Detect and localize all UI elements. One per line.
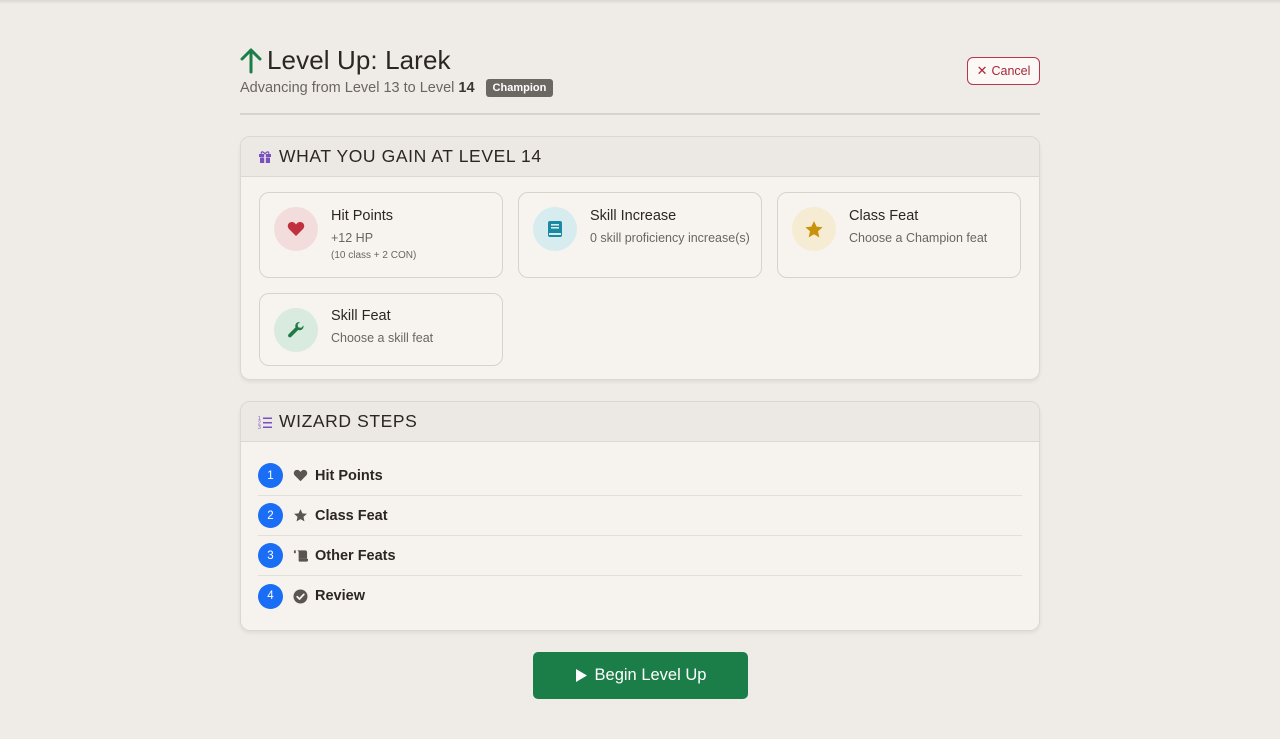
steps-heading: WIZARD STEPS (279, 411, 418, 431)
arrow-up-icon (240, 48, 262, 73)
book-icon-circle (533, 207, 577, 251)
gains-card-header: WHAT YOU GAIN AT LEVEL 14 (241, 137, 1039, 177)
wizard-step-1: 1 Hit Points (258, 456, 1022, 496)
close-icon: ✕ (976, 63, 988, 78)
gain-skill-feat: Skill Feat Choose a skill feat (259, 293, 503, 366)
step-number: 1 (258, 463, 283, 488)
target-level: 14 (458, 80, 475, 96)
list-ol-icon: 1 2 3 (258, 416, 272, 429)
gain-title: Hit Points (331, 208, 394, 224)
wrench-icon (288, 321, 304, 338)
gains-card: WHAT YOU GAIN AT LEVEL 14 Hit Points +12… (240, 136, 1040, 380)
gain-title: Skill Increase (590, 208, 677, 224)
title-row: Level Up: Larek (240, 45, 451, 76)
class-badge: Champion (485, 79, 554, 97)
heart-icon (293, 468, 308, 483)
steps-card-header: 1 2 3 WIZARD STEPS (241, 402, 1039, 442)
scroll-icon (293, 548, 308, 563)
heart-icon (287, 222, 305, 236)
gift-icon (259, 150, 271, 163)
subtitle-text: Advancing from Level 13 to Level (240, 80, 455, 96)
step-label: Hit Points (315, 467, 383, 484)
step-number: 2 (258, 503, 283, 528)
step-number: 3 (258, 543, 283, 568)
wizard-steps-card: 1 2 3 WIZARD STEPS 1 Hit Points 2 Class … (240, 401, 1040, 631)
gain-desc: 0 skill proficiency increase(s) (590, 231, 750, 245)
gain-desc: +12 HP (331, 231, 374, 245)
gain-sub: (10 class + 2 CON) (331, 250, 417, 261)
begin-label: Begin Level Up (594, 666, 707, 684)
step-number: 4 (258, 583, 283, 609)
step-label: Other Feats (315, 547, 396, 564)
gains-heading: WHAT YOU GAIN AT LEVEL 14 (279, 146, 542, 166)
gain-desc: Choose a Champion feat (849, 231, 988, 245)
wrench-icon-circle (274, 308, 318, 352)
wizard-step-2: 2 Class Feat (258, 496, 1022, 536)
page-subtitle: Advancing from Level 13 to Level 14 Cham… (240, 79, 554, 97)
page-header: Level Up: Larek Advancing from Level 13 … (240, 0, 1040, 115)
play-icon (575, 669, 587, 682)
star-icon (805, 220, 823, 237)
level-up-page: Level Up: Larek Advancing from Level 13 … (240, 0, 1040, 699)
check-circle-icon (293, 589, 308, 604)
book-icon (548, 221, 562, 237)
wizard-step-4: 4 Review (258, 576, 1022, 616)
gain-skill-increase: Skill Increase 0 skill proficiency incre… (518, 192, 762, 278)
step-label: Class Feat (315, 507, 388, 524)
gain-title: Skill Feat (331, 308, 391, 324)
svg-text:3: 3 (258, 425, 261, 429)
cancel-label: Cancel (991, 64, 1031, 78)
star-icon-circle (792, 207, 836, 251)
step-label: Review (315, 588, 365, 604)
gain-title: Class Feat (849, 208, 919, 224)
star-icon (293, 508, 308, 523)
gain-hit-points: Hit Points +12 HP (10 class + 2 CON) (259, 192, 503, 278)
gain-class-feat: Class Feat Choose a Champion feat (777, 192, 1021, 278)
heart-icon-circle (274, 207, 318, 251)
page-title: Level Up: Larek (267, 45, 451, 75)
wizard-step-3: 3 Other Feats (258, 536, 1022, 576)
begin-level-up-button[interactable]: Begin Level Up (533, 652, 748, 699)
cancel-button[interactable]: ✕ Cancel (967, 57, 1040, 85)
gain-desc: Choose a skill feat (331, 331, 434, 345)
